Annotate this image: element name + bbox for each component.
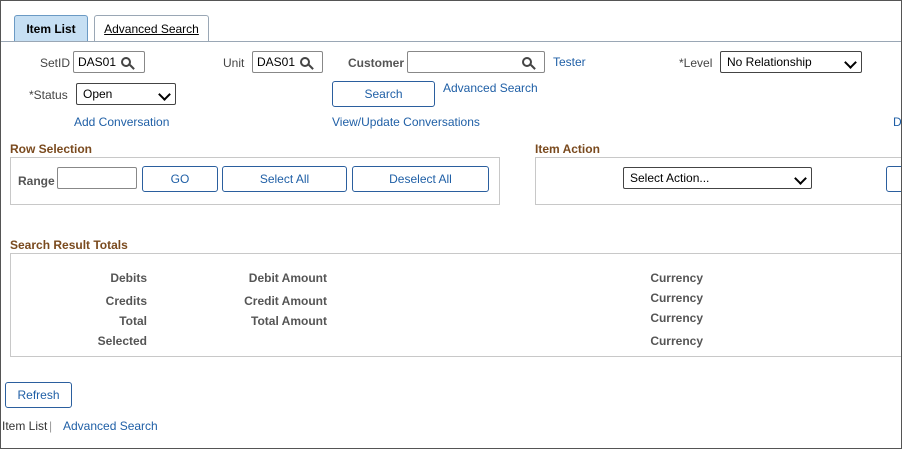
status-label: *Status — [29, 88, 68, 102]
selected-label: Selected — [97, 334, 147, 348]
customer-lookup-icon[interactable] — [522, 57, 532, 67]
item-action-select[interactable]: Select Action... — [623, 167, 812, 189]
truncated-link[interactable]: D — [893, 115, 901, 129]
credits-label: Credits — [105, 294, 147, 308]
status-select[interactable]: Open — [76, 83, 176, 105]
item-action-go-button[interactable] — [886, 166, 901, 192]
credit-amount-label: Credit Amount — [244, 294, 327, 308]
unit-label: Unit — [223, 56, 245, 70]
setid-label: SetID — [40, 56, 71, 70]
footer-advanced-search-link[interactable]: Advanced Search — [63, 419, 158, 433]
level-value: No Relationship — [727, 55, 812, 69]
unit-lookup-icon[interactable] — [300, 57, 310, 67]
item-action-title: Item Action — [535, 142, 600, 156]
advanced-search-link[interactable]: Advanced Search — [443, 81, 538, 95]
tab-item-list[interactable]: Item List — [14, 15, 88, 41]
footer-separator: | — [49, 419, 53, 433]
range-input[interactable] — [57, 167, 137, 189]
level-label: *Level — [679, 56, 713, 70]
setid-value[interactable]: DAS01 — [78, 55, 116, 69]
debits-label: Debits — [110, 271, 147, 285]
total-currency-label: Currency — [650, 311, 703, 325]
total-amount-label: Total Amount — [251, 314, 327, 328]
customer-field[interactable] — [407, 51, 545, 73]
credit-currency-label: Currency — [650, 291, 703, 305]
unit-value[interactable]: DAS01 — [257, 55, 295, 69]
status-value: Open — [83, 87, 113, 101]
search-result-totals-title: Search Result Totals — [10, 238, 128, 252]
unit-field[interactable]: DAS01 — [252, 51, 323, 73]
chevron-down-icon — [844, 56, 857, 69]
level-select[interactable]: No Relationship — [720, 51, 862, 73]
chevron-down-icon — [158, 88, 171, 101]
tab-advanced-search[interactable]: Advanced Search — [94, 15, 209, 41]
range-label: Range — [18, 174, 55, 188]
total-label: Total — [119, 314, 147, 328]
item-action-value: Select Action... — [630, 171, 710, 185]
footer-item-list-label: Item List — [2, 419, 48, 433]
add-conversation-link[interactable]: Add Conversation — [74, 115, 169, 129]
debit-currency-label: Currency — [650, 271, 703, 285]
tab-divider — [1, 41, 901, 42]
search-button[interactable]: Search — [332, 81, 435, 107]
view-update-conversations-link[interactable]: View/Update Conversations — [332, 115, 480, 129]
chevron-down-icon — [794, 172, 807, 185]
selected-currency-label: Currency — [650, 334, 703, 348]
debit-amount-label: Debit Amount — [248, 271, 327, 285]
customer-name-link[interactable]: Tester — [553, 55, 586, 69]
select-all-button[interactable]: Select All — [222, 166, 347, 192]
customer-label: Customer — [348, 56, 405, 70]
deselect-all-button[interactable]: Deselect All — [352, 166, 489, 192]
row-selection-title: Row Selection — [10, 142, 93, 156]
page-frame: Item List Advanced Search SetID DAS01 Un… — [0, 0, 902, 449]
setid-field[interactable]: DAS01 — [73, 51, 145, 73]
refresh-button[interactable]: Refresh — [5, 382, 72, 408]
go-button[interactable]: GO — [142, 166, 218, 192]
setid-lookup-icon[interactable] — [121, 57, 131, 67]
